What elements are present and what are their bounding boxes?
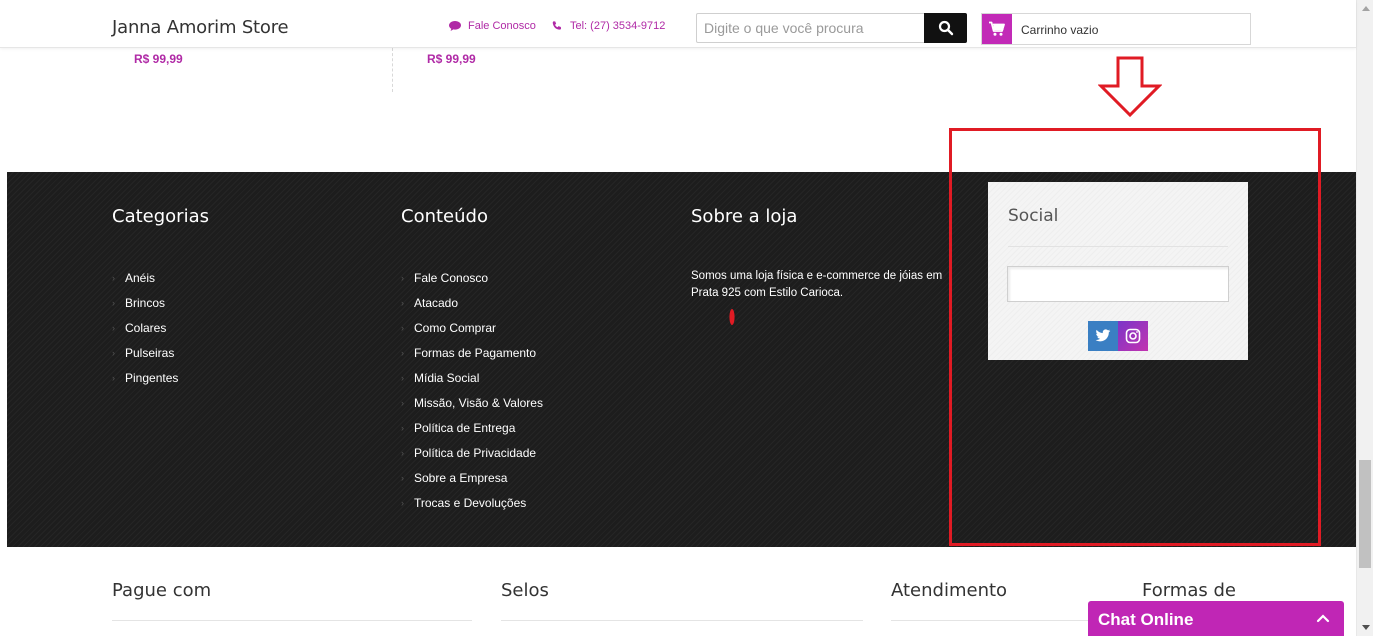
footer-link[interactable]: › Pingentes	[112, 371, 178, 396]
annotation-arrow-down-icon	[1098, 56, 1162, 118]
footer-link-label: Fale Conosco	[414, 271, 489, 285]
footer-title-categorias: Categorias	[112, 206, 209, 227]
footer-link-label: Anéis	[125, 271, 156, 285]
arrow-bullet-icon: ›	[401, 273, 404, 283]
search-box	[696, 13, 967, 43]
arrow-bullet-icon: ›	[401, 473, 404, 483]
footer-link-label: Atacado	[414, 296, 459, 310]
footer-link[interactable]: › Formas de Pagamento	[401, 346, 543, 371]
arrow-bullet-icon: ›	[401, 373, 404, 383]
footer-link-label: Política de Entrega	[414, 421, 516, 435]
shopping-cart-icon	[989, 21, 1005, 36]
footer-link-label: Formas de Pagamento	[414, 346, 537, 360]
footer-link-label: Mídia Social	[414, 371, 480, 385]
bottom-title-atendimento: Atendimento	[891, 580, 1008, 601]
bottom-divider	[112, 620, 472, 621]
footer-link-label: Trocas e Devoluções	[414, 496, 527, 510]
site-header: Janna Amorim Store Fale Conosco Tel: (27…	[0, 0, 1356, 48]
footer-link[interactable]: › Colares	[112, 321, 178, 346]
arrow-bullet-icon: ›	[401, 348, 404, 358]
footer-link[interactable]: › Missão, Visão & Valores	[401, 396, 543, 421]
scrollbar-thumb[interactable]	[1359, 460, 1371, 568]
footer-link-label: Pingentes	[125, 371, 179, 385]
red-annotation-mark-icon	[729, 309, 735, 325]
footer-link[interactable]: › Como Comprar	[401, 321, 543, 346]
product-price: R$ 99,99	[427, 52, 476, 66]
contact-label: Fale Conosco	[468, 20, 536, 32]
triangle-up-icon	[1361, 6, 1370, 11]
footer-link-label: Como Comprar	[414, 321, 497, 335]
footer-link[interactable]: › Atacado	[401, 296, 543, 321]
bottom-title-selos: Selos	[501, 580, 549, 601]
scroll-up-arrow[interactable]	[1357, 0, 1374, 17]
page-scrollbar[interactable]	[1356, 0, 1373, 636]
categorias-list: › Anéis › Brincos › Colares › Pulseiras › Pin…	[112, 271, 178, 396]
arrow-bullet-icon: ›	[112, 273, 115, 283]
product-divider	[392, 48, 393, 92]
footer-link-label: Brincos	[125, 296, 166, 310]
cart-button[interactable]: Carrinho vazio	[981, 13, 1251, 45]
footer-title-conteudo: Conteúdo	[401, 206, 488, 227]
bottom-title-pague: Pague com	[112, 580, 212, 601]
annotation-highlight-box	[949, 128, 1321, 546]
product-price: R$ 99,99	[134, 52, 183, 66]
bottom-divider	[501, 620, 863, 621]
contact-link[interactable]: Fale Conosco	[448, 20, 536, 32]
chat-bubble-icon	[449, 21, 461, 31]
store-logo-name[interactable]: Janna Amorim Store	[112, 17, 289, 38]
arrow-bullet-icon: ›	[401, 298, 404, 308]
phone-label: Tel: (27) 3534-9712	[570, 20, 666, 32]
footer-link[interactable]: › Mídia Social	[401, 371, 543, 396]
footer-link-label: Colares	[125, 321, 167, 335]
footer-link[interactable]: › Fale Conosco	[401, 271, 543, 296]
footer-link[interactable]: › Política de Privacidade	[401, 446, 543, 471]
footer-link[interactable]: › Pulseiras	[112, 346, 178, 371]
arrow-bullet-icon: ›	[401, 498, 404, 508]
bottom-title-formas: Formas de	[1142, 580, 1236, 601]
chat-label: Chat Online	[1098, 610, 1194, 629]
footer-link[interactable]: › Trocas e Devoluções	[401, 496, 543, 521]
bottom-divider	[891, 620, 1091, 621]
search-input[interactable]	[697, 14, 925, 42]
scroll-down-arrow[interactable]	[1357, 619, 1374, 636]
footer-link-label: Missão, Visão & Valores	[414, 396, 543, 410]
footer-title-sobre: Sobre a loja	[691, 206, 798, 227]
arrow-bullet-icon: ›	[401, 323, 404, 333]
footer-link-label: Sobre a Empresa	[414, 471, 508, 485]
footer-link-label: Pulseiras	[125, 346, 175, 360]
arrow-bullet-icon: ›	[112, 373, 115, 383]
footer-link[interactable]: › Política de Entrega	[401, 421, 543, 446]
phone-icon	[552, 21, 562, 30]
arrow-bullet-icon: ›	[112, 298, 115, 308]
cart-icon-box	[982, 14, 1012, 44]
footer-link[interactable]: › Brincos	[112, 296, 178, 321]
footer-link-label: Política de Privacidade	[414, 446, 537, 460]
phone-link[interactable]: Tel: (27) 3534-9712	[550, 20, 665, 32]
chat-online-widget[interactable]: Chat Online	[1088, 601, 1344, 636]
arrow-bullet-icon: ›	[401, 398, 404, 408]
arrow-bullet-icon: ›	[112, 348, 115, 358]
conteudo-list: › Fale Conosco › Atacado › Como Comprar › Fo…	[401, 271, 543, 521]
cart-label: Carrinho vazio	[1021, 23, 1099, 37]
footer-link[interactable]: › Anéis	[112, 271, 178, 296]
arrow-bullet-icon: ›	[112, 323, 115, 333]
arrow-bullet-icon: ›	[401, 423, 404, 433]
chevron-up-icon[interactable]	[1316, 613, 1330, 623]
arrow-bullet-icon: ›	[401, 448, 404, 458]
search-icon	[938, 20, 953, 36]
search-button[interactable]	[924, 13, 967, 43]
triangle-down-icon	[1361, 625, 1370, 630]
footer-link[interactable]: › Sobre a Empresa	[401, 471, 543, 496]
about-text: Somos uma loja física e e-commerce de jó…	[691, 270, 943, 299]
